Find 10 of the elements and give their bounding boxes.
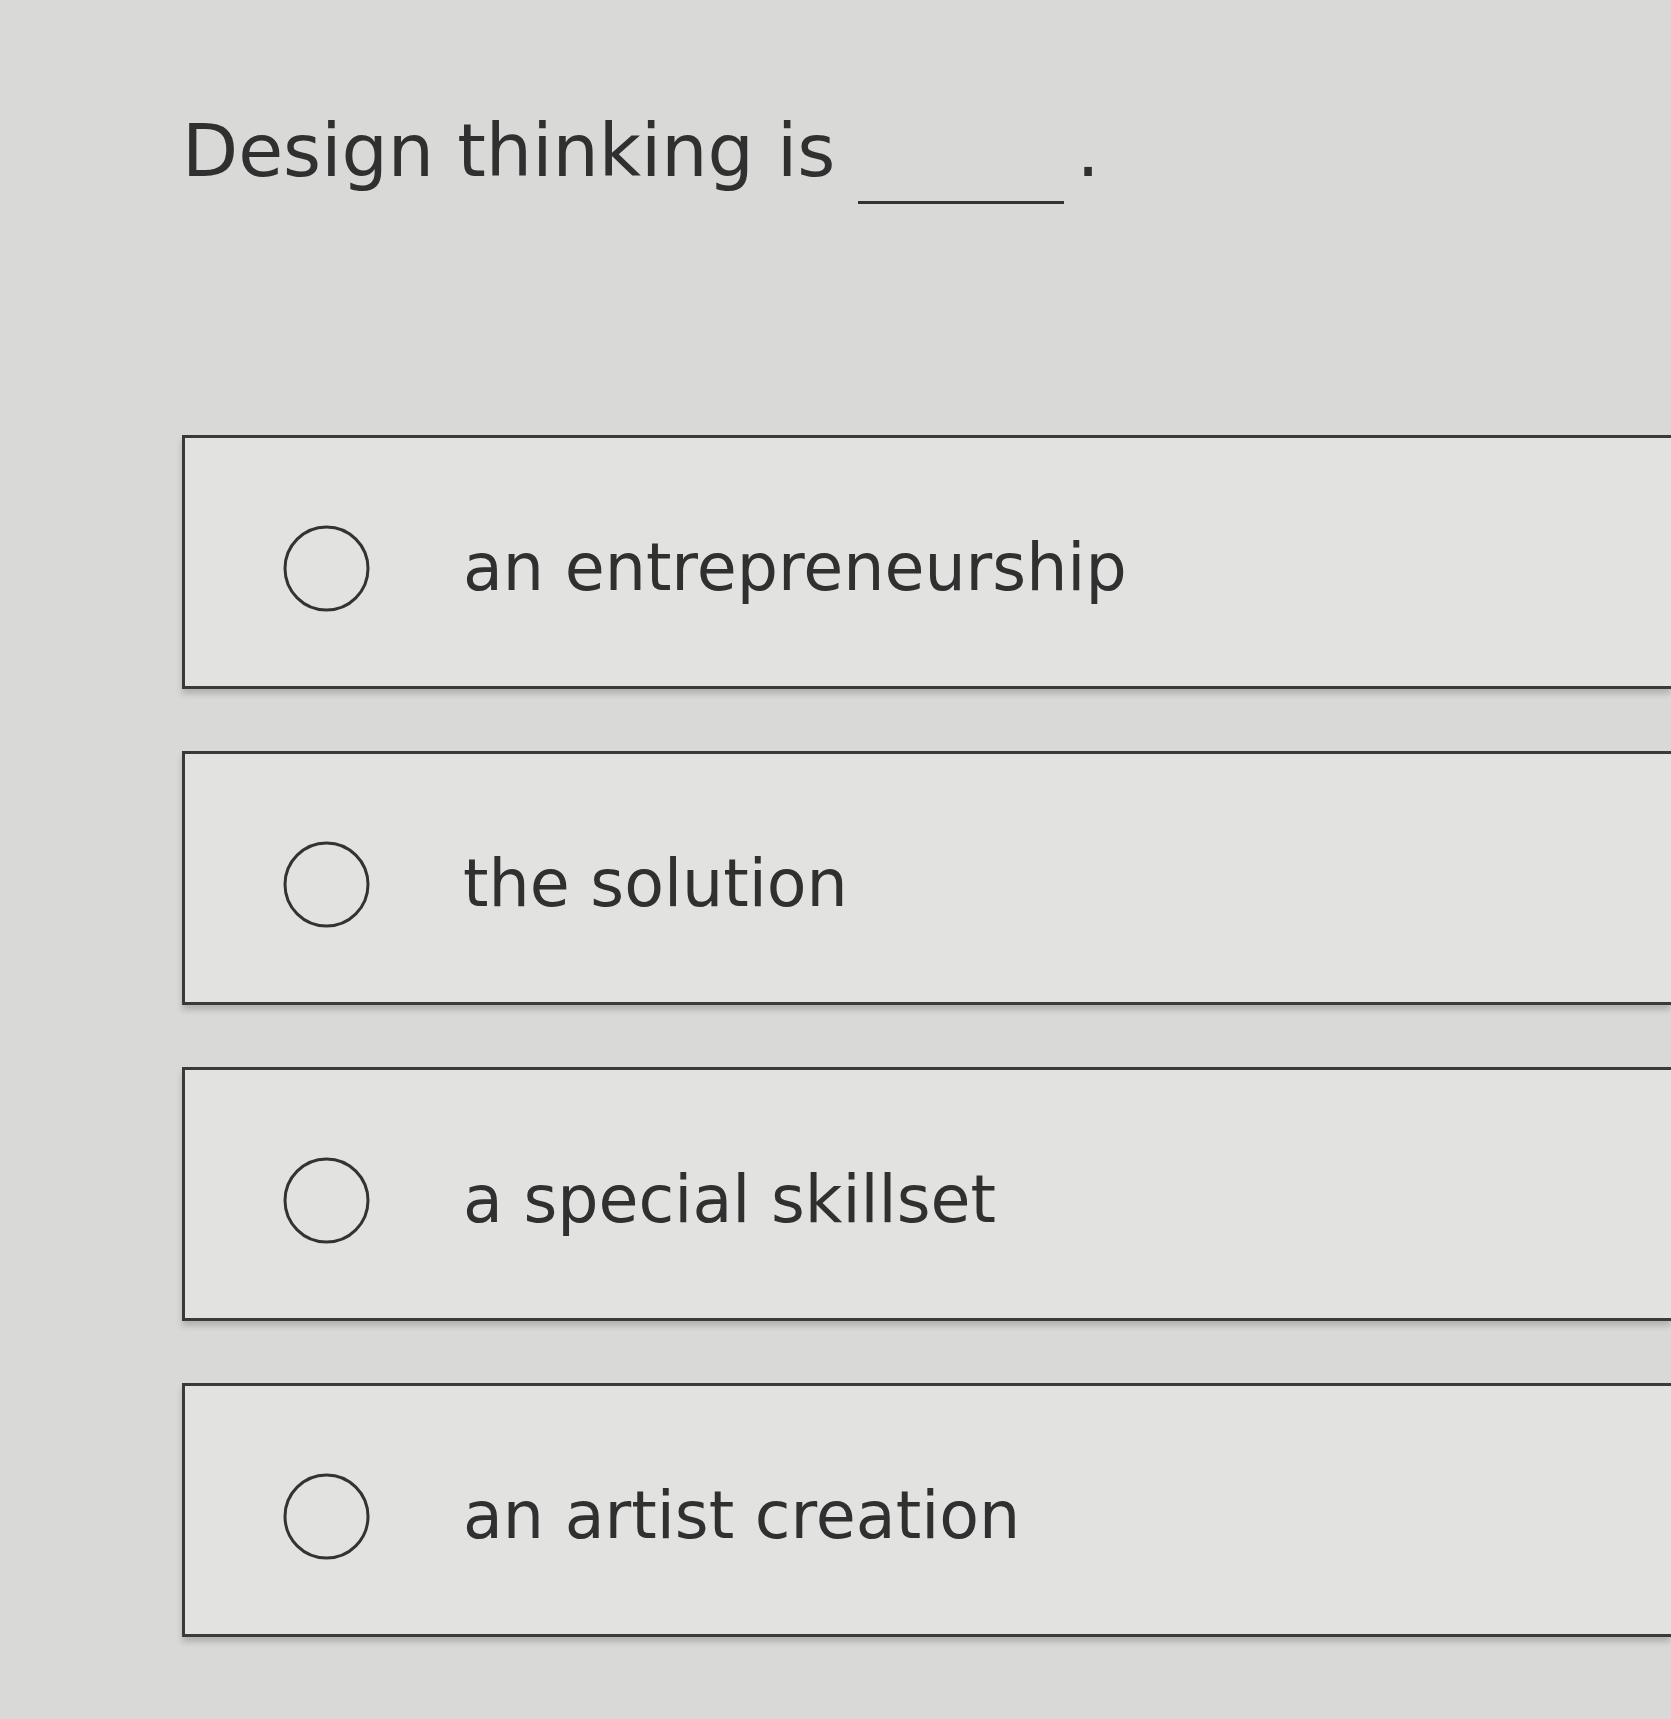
radio-button[interactable] bbox=[283, 1156, 370, 1244]
answer-option[interactable]: an artist creation bbox=[182, 1383, 1671, 1637]
answer-option[interactable]: a special skillset bbox=[182, 1067, 1671, 1321]
question-period: . bbox=[1076, 107, 1100, 195]
answer-option[interactable]: the solution bbox=[182, 751, 1671, 1005]
radio-button[interactable] bbox=[283, 1472, 370, 1560]
answer-option[interactable]: an entrepreneurship bbox=[182, 435, 1671, 689]
radio-button[interactable] bbox=[283, 524, 370, 612]
question-text: Design thinking is bbox=[182, 107, 836, 195]
radio-button[interactable] bbox=[283, 840, 370, 928]
